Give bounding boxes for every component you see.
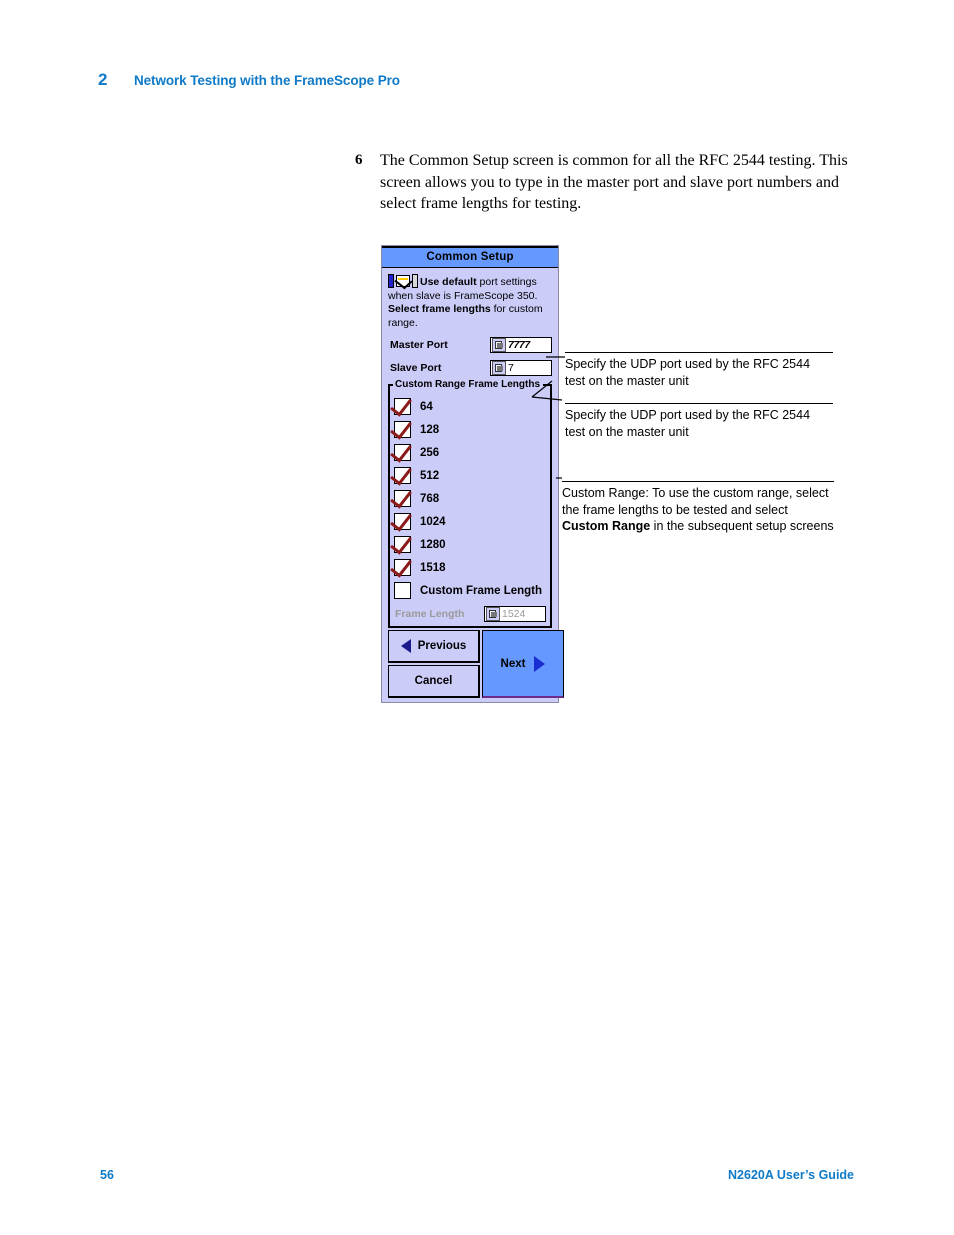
callout-custom-range-bold: Custom Range xyxy=(562,519,651,533)
guide-title: N2620A User’s Guide xyxy=(728,1168,854,1182)
callout-custom-range: Custom Range: To use the custom range, s… xyxy=(562,481,834,535)
page-footer: 56 N2620A User’s Guide xyxy=(0,1168,954,1188)
callout-custom-range-part-1: Custom Range: To use the custom range, s… xyxy=(562,486,829,517)
callout-slave-port: Specify the UDP port used by the RFC 254… xyxy=(565,403,833,440)
page-number: 56 xyxy=(100,1168,114,1182)
callout-custom-range-part-2: in the subsequent setup screens xyxy=(650,519,834,533)
callout-master-port: Specify the UDP port used by the RFC 254… xyxy=(565,352,833,389)
callout-leader-lines xyxy=(531,356,565,479)
